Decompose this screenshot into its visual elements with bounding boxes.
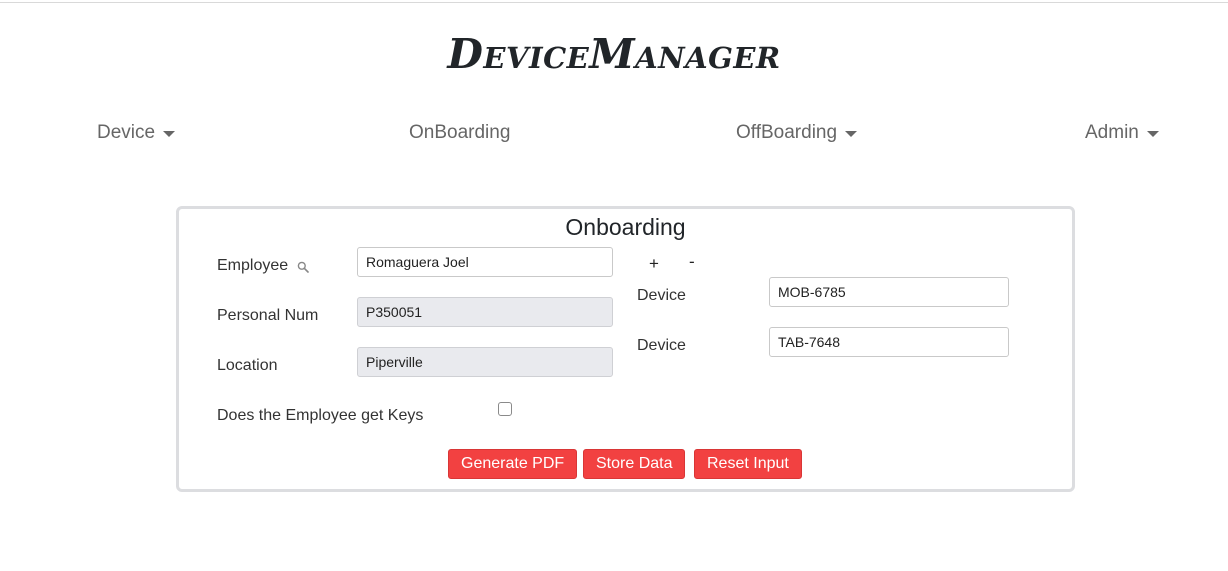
reset-input-button[interactable]: Reset Input	[694, 449, 802, 479]
device-2-label: Device	[637, 337, 686, 354]
employee-input[interactable]	[357, 247, 613, 277]
nav-device-dropdown[interactable]: Device	[97, 122, 176, 144]
nav-device-label: Device	[97, 122, 156, 143]
employee-label-group: Employee	[217, 257, 309, 275]
store-data-button[interactable]: Store Data	[583, 449, 686, 479]
add-device-button[interactable]: +	[649, 254, 659, 274]
search-icon[interactable]	[297, 260, 309, 273]
app-title: DeviceManager	[447, 30, 781, 78]
nav-onboarding-link[interactable]: OnBoarding	[409, 122, 510, 144]
nav-offboarding-label: OffBoarding	[736, 122, 838, 143]
nav-admin-label: Admin	[1085, 122, 1139, 143]
location-field	[357, 347, 613, 377]
nav-admin-dropdown[interactable]: Admin	[1085, 122, 1159, 144]
device-1-input[interactable]	[769, 277, 1009, 307]
caret-down-icon	[163, 130, 176, 137]
generate-pdf-button[interactable]: Generate PDF	[448, 449, 578, 479]
caret-down-icon	[1146, 130, 1159, 137]
device-2-input[interactable]	[769, 327, 1009, 357]
keys-checkbox[interactable]	[498, 402, 512, 416]
nav-onboarding-label: OnBoarding	[409, 122, 511, 143]
personal-num-label: Personal Num	[217, 307, 319, 324]
keys-label: Does the Employee get Keys	[217, 407, 424, 424]
device-1-label: Device	[637, 287, 686, 304]
location-label: Location	[217, 357, 278, 374]
personal-num-field	[357, 297, 613, 327]
caret-down-icon	[845, 130, 858, 137]
remove-device-button[interactable]: -	[689, 252, 695, 272]
employee-label: Employee	[217, 257, 289, 274]
top-divider	[0, 2, 1228, 3]
onboarding-form-card: Onboarding Employee Personal Num Locatio…	[176, 206, 1075, 492]
nav-offboarding-dropdown[interactable]: OffBoarding	[736, 122, 858, 144]
form-title: Onboarding	[565, 214, 686, 240]
